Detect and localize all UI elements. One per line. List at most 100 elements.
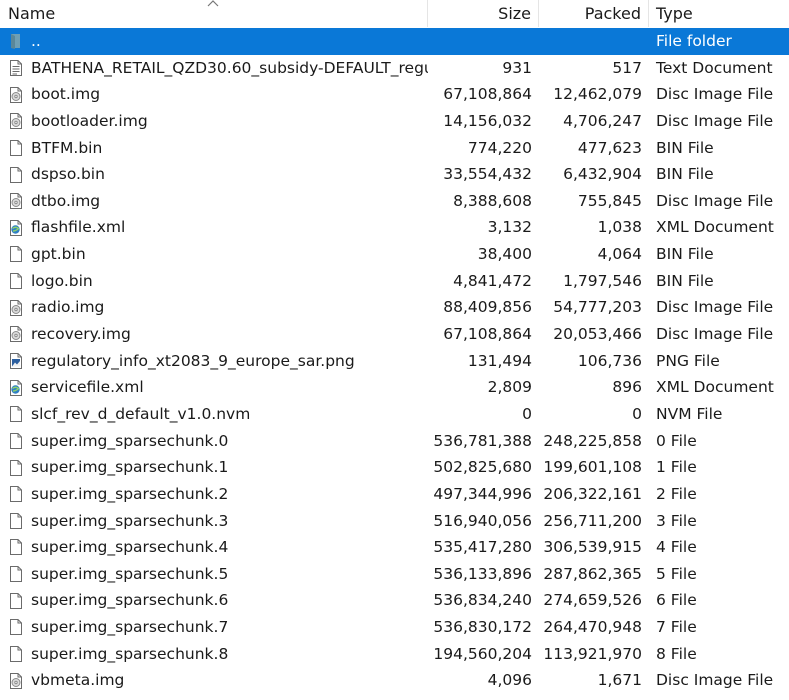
file-size: 33,554,432 (443, 165, 532, 184)
table-row[interactable]: dtbo.img 8,388,608 755,845 Disc Image File (0, 188, 789, 215)
table-row[interactable]: slcf_rev_d_default_v1.0.nvm 0 0 NVM File (0, 401, 789, 428)
file-size: 516,940,056 (433, 511, 532, 530)
name-cell: super.img_sparsechunk.6 (0, 587, 428, 614)
file-size: 536,781,388 (433, 431, 532, 450)
file-type: 6 File (656, 591, 697, 610)
disc-image-icon (8, 112, 24, 130)
table-row[interactable]: dspso.bin 33,554,432 6,432,904 BIN File (0, 161, 789, 188)
name-cell: recovery.img (0, 321, 428, 348)
file-size: 497,344,996 (433, 484, 532, 503)
name-cell: radio.img (0, 294, 428, 321)
blank-file-icon (8, 166, 24, 184)
disc-image-icon (8, 299, 24, 317)
file-name: BTFM.bin (31, 138, 103, 157)
file-size: 774,220 (467, 138, 532, 157)
file-type: 4 File (656, 538, 697, 557)
table-row[interactable]: super.img_sparsechunk.0 536,781,388 248,22… (0, 428, 789, 455)
name-cell: super.img_sparsechunk.8 (0, 641, 428, 668)
packed-size: 206,322,161 (543, 484, 642, 503)
name-cell: bootloader.img (0, 108, 428, 135)
file-size: 2,809 (487, 378, 532, 397)
file-name: super.img_sparsechunk.4 (31, 538, 229, 557)
table-row[interactable]: servicefile.xml 2,809 896 XML Document (0, 374, 789, 401)
file-name: super.img_sparsechunk.7 (31, 618, 229, 637)
name-cell: servicefile.xml (0, 374, 428, 401)
table-row[interactable]: BTFM.bin 774,220 477,623 BIN File (0, 135, 789, 162)
file-name: bootloader.img (31, 111, 148, 130)
name-cell: super.img_sparsechunk.1 (0, 454, 428, 481)
name-cell: flashfile.xml (0, 214, 428, 241)
folder-icon (8, 32, 24, 50)
table-row[interactable]: super.img_sparsechunk.3 516,940,056 256,71… (0, 508, 789, 535)
file-type: BIN File (656, 165, 714, 184)
sort-indicator-icon (207, 0, 219, 10)
column-packed-header[interactable]: Packed (539, 0, 649, 27)
name-cell: gpt.bin (0, 241, 428, 268)
table-row[interactable]: logo.bin 4,841,472 1,797,546 BIN File (0, 268, 789, 295)
file-name: radio.img (31, 298, 105, 317)
file-size: 502,825,680 (433, 458, 532, 477)
table-row[interactable]: regulatory_info_xt2083_9_europe_sar.png 1… (0, 348, 789, 375)
name-cell: super.img_sparsechunk.3 (0, 508, 428, 535)
name-cell: vbmeta.img (0, 667, 428, 694)
text-file-icon (8, 59, 24, 77)
table-row[interactable]: super.img_sparsechunk.6 536,834,240 274,65… (0, 587, 789, 614)
table-row[interactable]: flashfile.xml 3,132 1,038 XML Document (0, 214, 789, 241)
file-type: File folder (656, 32, 732, 50)
file-size: 535,417,280 (433, 538, 532, 557)
file-name: servicefile.xml (31, 378, 144, 397)
file-size: 8,388,608 (453, 191, 532, 210)
column-size-header[interactable]: Size (428, 0, 539, 27)
table-row[interactable]: boot.img 67,108,864 12,462,079 Disc Image F… (0, 81, 789, 108)
packed-size: 755,845 (577, 191, 642, 210)
file-type: Text Document (656, 58, 773, 77)
name-cell: dspso.bin (0, 161, 428, 188)
file-size: 536,133,896 (433, 564, 532, 583)
packed-size: 256,711,200 (543, 511, 642, 530)
table-row[interactable]: bootloader.img 14,156,032 4,706,247 Disc Im… (0, 108, 789, 135)
table-row[interactable]: super.img_sparsechunk.1 502,825,680 199,60… (0, 454, 789, 481)
file-type: 3 File (656, 511, 697, 530)
name-cell: super.img_sparsechunk.4 (0, 534, 428, 561)
table-row[interactable]: .. File folder (0, 28, 789, 55)
table-row[interactable]: vbmeta.img 4,096 1,671 Disc Image File (0, 667, 789, 694)
table-row[interactable]: BATHENA_RETAIL_QZD30.60_subsidy-DEFAULT_… (0, 55, 789, 82)
packed-size: 0 (632, 404, 642, 423)
table-row[interactable]: gpt.bin 38,400 4,064 BIN File (0, 241, 789, 268)
file-type: 7 File (656, 618, 697, 637)
name-cell: regulatory_info_xt2083_9_europe_sar.png (0, 348, 428, 375)
file-name: super.img_sparsechunk.0 (31, 431, 229, 450)
name-cell: boot.img (0, 81, 428, 108)
blank-file-icon (8, 565, 24, 583)
file-name: super.img_sparsechunk.1 (31, 458, 229, 477)
table-row[interactable]: super.img_sparsechunk.7 536,830,172 264,47… (0, 614, 789, 641)
table-row[interactable]: recovery.img 67,108,864 20,053,466 Disc Ima… (0, 321, 789, 348)
file-name: super.img_sparsechunk.3 (31, 511, 229, 530)
file-name: .. (31, 32, 41, 50)
table-row[interactable]: super.img_sparsechunk.2 497,344,996 206,32… (0, 481, 789, 508)
packed-size: 113,921,970 (543, 644, 642, 663)
file-size: 38,400 (477, 245, 532, 264)
file-type: Disc Image File (656, 298, 774, 317)
column-type-header[interactable]: Type (649, 0, 789, 27)
table-row[interactable]: radio.img 88,409,856 54,777,203 Disc Image … (0, 294, 789, 321)
table-row[interactable]: super.img_sparsechunk.5 536,133,896 287,86… (0, 561, 789, 588)
file-size: 536,830,172 (433, 618, 532, 637)
packed-size: 20,053,466 (553, 325, 642, 344)
file-name: recovery.img (31, 325, 131, 344)
file-type: XML Document (656, 378, 774, 397)
packed-size: 4,706,247 (563, 111, 642, 130)
name-cell: slcf_rev_d_default_v1.0.nvm (0, 401, 428, 428)
file-type: 5 File (656, 564, 697, 583)
name-cell: super.img_sparsechunk.0 (0, 428, 428, 455)
file-type: Disc Image File (656, 85, 774, 104)
table-row[interactable]: super.img_sparsechunk.8 194,560,204 113,92… (0, 641, 789, 668)
file-name: dtbo.img (31, 191, 101, 210)
packed-size: 1,671 (597, 671, 642, 690)
name-cell: super.img_sparsechunk.7 (0, 614, 428, 641)
file-size: 67,108,864 (443, 325, 532, 344)
packed-size: 12,462,079 (553, 85, 642, 104)
name-cell: .. (0, 28, 428, 55)
xml-file-icon (8, 379, 24, 397)
table-row[interactable]: super.img_sparsechunk.4 535,417,280 306,53… (0, 534, 789, 561)
